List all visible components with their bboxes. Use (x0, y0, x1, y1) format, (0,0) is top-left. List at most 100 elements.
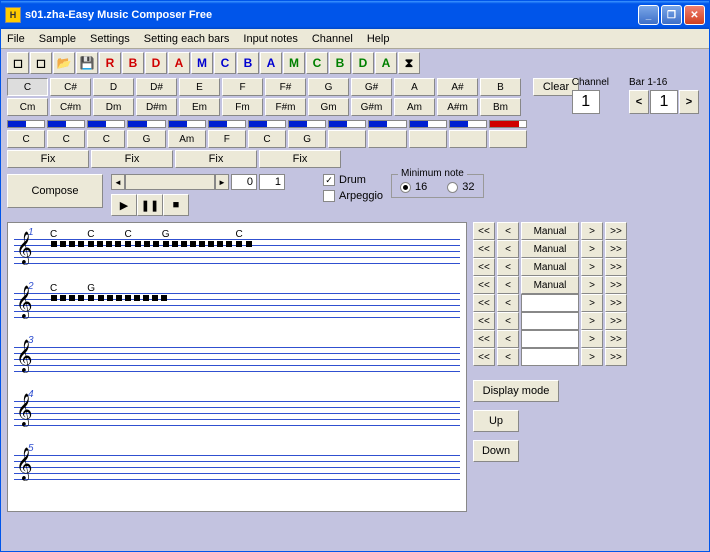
key-minor-bm[interactable]: Bm (480, 98, 521, 116)
row7-prev[interactable]: < (497, 348, 519, 366)
row0-fast-next[interactable]: >> (605, 222, 627, 240)
down-button[interactable]: Down (473, 440, 519, 462)
row4-prev[interactable]: < (497, 294, 519, 312)
row6-prev[interactable]: < (497, 330, 519, 348)
toolbar-letter-d-2[interactable]: D (145, 52, 167, 74)
chord-slot-5[interactable]: F (208, 130, 246, 148)
maximize-button[interactable]: ❐ (661, 5, 682, 25)
toolbar-letter-r-0[interactable]: R (99, 52, 121, 74)
chord-slot-6[interactable]: C (248, 130, 286, 148)
menu-setting-each-bars[interactable]: Setting each bars (144, 33, 230, 45)
colorbar-seg-4[interactable] (168, 120, 206, 128)
row6-fast-next[interactable]: >> (605, 330, 627, 348)
key-minor-gsharpm[interactable]: G#m (351, 98, 392, 116)
drum-checkbox[interactable]: ✓ (323, 174, 335, 186)
toolbar-letter-m-8[interactable]: M (283, 52, 305, 74)
row5-prev[interactable]: < (497, 312, 519, 330)
minimize-button[interactable]: _ (638, 5, 659, 25)
radio-16[interactable] (400, 182, 411, 193)
row0-fast-prev[interactable]: << (473, 222, 495, 240)
key-major-f[interactable]: F (222, 78, 263, 96)
colorbar-seg-9[interactable] (368, 120, 406, 128)
row7-fast-prev[interactable]: << (473, 348, 495, 366)
number-box-1[interactable]: 0 (231, 174, 257, 190)
row6-fast-prev[interactable]: << (473, 330, 495, 348)
key-major-fsharp[interactable]: F# (265, 78, 306, 96)
scroll-track[interactable] (125, 174, 215, 190)
fix-button-2[interactable]: Fix (91, 150, 173, 168)
key-minor-dsharpm[interactable]: D#m (136, 98, 177, 116)
key-major-b[interactable]: B (480, 78, 521, 96)
row2-next[interactable]: > (581, 258, 603, 276)
chord-slot-10[interactable] (409, 130, 447, 148)
chord-slot-2[interactable]: C (87, 130, 125, 148)
row0-prev[interactable]: < (497, 222, 519, 240)
row3-manual-button[interactable]: Manual (521, 276, 579, 294)
chord-slot-4[interactable]: Am (168, 130, 206, 148)
key-major-a[interactable]: A (394, 78, 435, 96)
toolbar-letter-a-12[interactable]: A (375, 52, 397, 74)
row5-next[interactable]: > (581, 312, 603, 330)
chord-slot-9[interactable] (368, 130, 406, 148)
key-minor-gm[interactable]: Gm (308, 98, 349, 116)
key-minor-cm[interactable]: Cm (7, 98, 48, 116)
row2-prev[interactable]: < (497, 258, 519, 276)
colorbar-seg-10[interactable] (409, 120, 447, 128)
key-minor-csharpm[interactable]: C#m (50, 98, 91, 116)
key-major-gsharp[interactable]: G# (351, 78, 392, 96)
menu-help[interactable]: Help (367, 33, 390, 45)
menu-input-notes[interactable]: Input notes (243, 33, 297, 45)
key-minor-dm[interactable]: Dm (93, 98, 134, 116)
chord-slot-0[interactable]: C (7, 130, 45, 148)
close-button[interactable]: ✕ (684, 5, 705, 25)
key-major-d[interactable]: D (93, 78, 134, 96)
fix-button-1[interactable]: Fix (7, 150, 89, 168)
colorbar-seg-11[interactable] (449, 120, 487, 128)
key-minor-fsharpm[interactable]: F#m (265, 98, 306, 116)
toolbar-letter-d-11[interactable]: D (352, 52, 374, 74)
compose-button[interactable]: Compose (7, 174, 103, 208)
key-major-csharp[interactable]: C# (50, 78, 91, 96)
row1-manual-button[interactable]: Manual (521, 240, 579, 258)
display-mode-button[interactable]: Display mode (473, 380, 559, 402)
chord-slot-1[interactable]: C (47, 130, 85, 148)
toolbar-letter-b-1[interactable]: B (122, 52, 144, 74)
row5-fast-next[interactable]: >> (605, 312, 627, 330)
toolbar-letter-a-7[interactable]: A (260, 52, 282, 74)
colorbar-seg-12[interactable] (489, 120, 527, 128)
colorbar-seg-3[interactable] (127, 120, 165, 128)
colorbar-seg-7[interactable] (288, 120, 326, 128)
new-icon[interactable]: ◻ (7, 52, 29, 74)
chord-slot-11[interactable] (449, 130, 487, 148)
up-button[interactable]: Up (473, 410, 519, 432)
key-major-c[interactable]: C (7, 78, 48, 96)
colorbar-seg-1[interactable] (47, 120, 85, 128)
key-minor-asharpm[interactable]: A#m (437, 98, 478, 116)
toolbar-letter-b-6[interactable]: B (237, 52, 259, 74)
row3-fast-next[interactable]: >> (605, 276, 627, 294)
row5-input[interactable] (521, 312, 579, 330)
fix-button-4[interactable]: Fix (259, 150, 341, 168)
row5-fast-prev[interactable]: << (473, 312, 495, 330)
key-minor-fm[interactable]: Fm (222, 98, 263, 116)
row0-next[interactable]: > (581, 222, 603, 240)
pause-button[interactable]: ❚❚ (137, 194, 163, 216)
row1-fast-next[interactable]: >> (605, 240, 627, 258)
menu-sample[interactable]: Sample (39, 33, 76, 45)
toolbar-letter-c-5[interactable]: C (214, 52, 236, 74)
fix-button-3[interactable]: Fix (175, 150, 257, 168)
toolbar-letter-m-4[interactable]: M (191, 52, 213, 74)
row3-prev[interactable]: < (497, 276, 519, 294)
row1-prev[interactable]: < (497, 240, 519, 258)
row7-next[interactable]: > (581, 348, 603, 366)
toolbar-letter-b-10[interactable]: B (329, 52, 351, 74)
key-minor-em[interactable]: Em (179, 98, 220, 116)
chord-slot-7[interactable]: G (288, 130, 326, 148)
row6-input[interactable] (521, 330, 579, 348)
row4-fast-prev[interactable]: << (473, 294, 495, 312)
row1-next[interactable]: > (581, 240, 603, 258)
play-button[interactable]: ▶ (111, 194, 137, 216)
chord-slot-8[interactable] (328, 130, 366, 148)
save-icon[interactable]: 💾 (76, 52, 98, 74)
key-major-asharp[interactable]: A# (437, 78, 478, 96)
